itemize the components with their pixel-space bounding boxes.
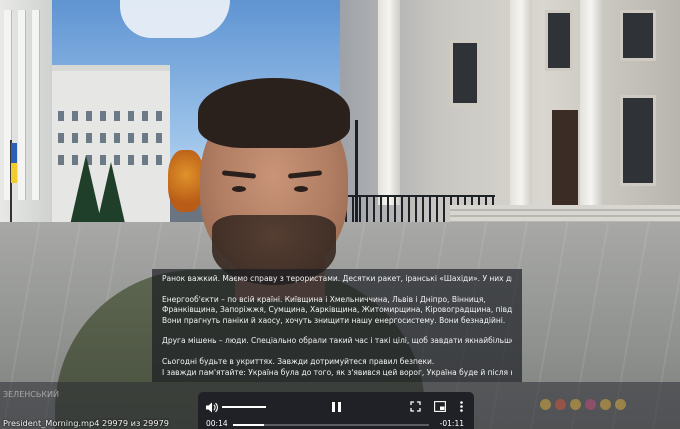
pause-icon[interactable] [330, 401, 342, 413]
picture-in-picture-icon[interactable] [433, 400, 446, 413]
video-control-bar: 00:14 -01:11 [198, 392, 474, 429]
more-options-icon[interactable] [456, 400, 466, 413]
seek-bar-progress [233, 424, 265, 426]
subtitle-line: І завжди пам'ятайте: Україна була до тог… [162, 367, 512, 377]
subtitle-line: Енергооб'єкти – по всій країні. Київщина… [162, 294, 486, 304]
subtitle-gap [162, 326, 512, 336]
person-hair [198, 78, 350, 148]
file-caption: President_Morning.mp4 29979 из 29979 [3, 418, 169, 428]
current-time: 00:14 [206, 419, 228, 428]
subtitle-gap [162, 285, 512, 295]
subtitle-line: Ранок важкий. Маємо справу з терористами… [162, 274, 512, 283]
subtitle-line: Франківщина, Запоріжжя, Сумщина, Харківщ… [162, 305, 512, 315]
ukrainian-flag [11, 143, 17, 183]
subtitle-line: Друга мішень – люди. Спеціально обрали т… [162, 336, 512, 346]
volume-slider[interactable] [222, 406, 266, 408]
faded-channel-label: ЗЕЛЕНСЬКИЙ [3, 390, 59, 399]
subtitle-gap [162, 347, 512, 357]
subtitle-line: Вони прагнуть паніки й хаосу, хочуть зни… [162, 315, 506, 325]
seek-bar[interactable] [233, 424, 429, 426]
volume-icon[interactable] [205, 400, 219, 414]
remaining-time: -01:11 [439, 419, 464, 428]
fullscreen-icon[interactable] [409, 400, 422, 413]
autumn-tree [168, 150, 204, 212]
reaction-row [540, 399, 626, 410]
subtitle-line: Сьогодні будьте в укриттях. Завжди дотри… [162, 356, 435, 366]
subtitle-overlay: Ранок важкий. Маємо справу з терористами… [152, 269, 522, 382]
left-colonnade [0, 0, 52, 235]
